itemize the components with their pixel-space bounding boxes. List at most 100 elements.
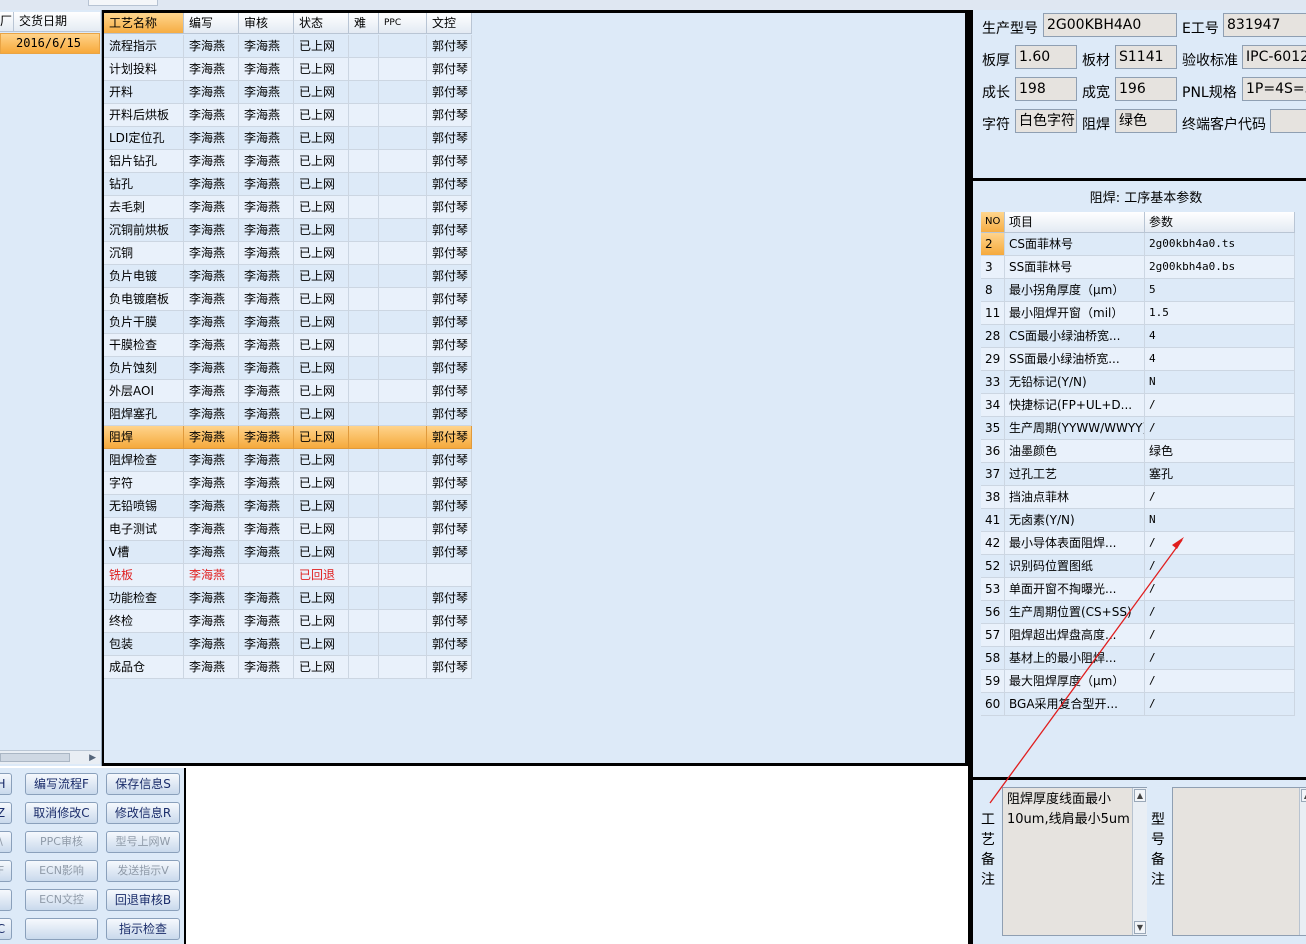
action-button-col1-1[interactable]: Z xyxy=(0,802,12,824)
width-field[interactable]: 196 xyxy=(1115,77,1177,101)
delivery-date-header[interactable]: 交货日期 xyxy=(19,12,67,31)
process-row[interactable]: 终检 李海燕 李海燕 已上网 郭付琴 xyxy=(104,610,472,633)
model-field[interactable]: 2G00KBH4A0 xyxy=(1043,13,1177,37)
process-row[interactable]: 流程指示 李海燕 李海燕 已上网 郭付琴 xyxy=(104,35,472,58)
param-row[interactable]: 60 BGA采用复合型开... / xyxy=(981,693,1295,716)
param-row[interactable]: 36 油墨颜色 绿色 xyxy=(981,440,1295,463)
model-remark-textarea[interactable] xyxy=(1172,787,1306,936)
action-button-col2-5[interactable] xyxy=(25,918,98,940)
scroll-up-icon[interactable]: ▲ xyxy=(1301,789,1306,802)
process-remark-textarea[interactable]: 阻焊厚度线面最小10um,线肩最小5um xyxy=(1002,787,1147,936)
process-row[interactable]: 电子测试 李海燕 李海燕 已上网 郭付琴 xyxy=(104,518,472,541)
length-field[interactable]: 198 xyxy=(1015,77,1077,101)
col-difficulty-header[interactable]: 难 xyxy=(349,13,379,34)
process-row[interactable]: 负片电镀 李海燕 李海燕 已上网 郭付琴 xyxy=(104,265,472,288)
order-list-hscrollbar[interactable]: ▶ xyxy=(0,750,100,764)
action-button-col2-4[interactable]: ECN文控 xyxy=(25,889,98,911)
param-row[interactable]: 38 挡油点菲林 / xyxy=(981,486,1295,509)
action-button-col2-1[interactable]: 取消修改C xyxy=(25,802,98,824)
process-row[interactable]: 功能检查 李海燕 李海燕 已上网 郭付琴 xyxy=(104,587,472,610)
param-row[interactable]: 57 阻焊超出焊盘高度... / xyxy=(981,624,1295,647)
process-row[interactable]: 开料后烘板 李海燕 李海燕 已上网 郭付琴 xyxy=(104,104,472,127)
character-field[interactable]: 白色字符 xyxy=(1015,109,1077,133)
process-row[interactable]: 铣板 李海燕 已回退 xyxy=(104,564,472,587)
process-row[interactable]: 阻焊检查 李海燕 李海燕 已上网 郭付琴 xyxy=(104,449,472,472)
solder-mask-field[interactable]: 绿色 xyxy=(1115,109,1177,133)
process-row[interactable]: 包装 李海燕 李海燕 已上网 郭付琴 xyxy=(104,633,472,656)
process-row[interactable]: 干膜检查 李海燕 李海燕 已上网 郭付琴 xyxy=(104,334,472,357)
param-item-header[interactable]: 项目 xyxy=(1005,212,1145,233)
top-tab[interactable] xyxy=(88,0,158,6)
action-button-col3-3[interactable]: 发送指示V xyxy=(106,860,180,882)
action-button-col3-0[interactable]: 保存信息S xyxy=(106,773,180,795)
process-row[interactable]: 成品仓 李海燕 李海燕 已上网 郭付琴 xyxy=(104,656,472,679)
process-row[interactable]: LDI定位孔 李海燕 李海燕 已上网 郭付琴 xyxy=(104,127,472,150)
order-list-selected-row[interactable]: 2016/6/15 xyxy=(0,33,100,54)
scrollbar-thumb[interactable] xyxy=(0,753,70,762)
process-row[interactable]: 去毛刺 李海燕 李海燕 已上网 郭付琴 xyxy=(104,196,472,219)
model-remark-scrollbar[interactable]: ▲ xyxy=(1299,788,1306,935)
param-row[interactable]: 34 快捷标记(FP+UL+D... / xyxy=(981,394,1295,417)
process-row[interactable]: 计划投料 李海燕 李海燕 已上网 郭付琴 xyxy=(104,58,472,81)
action-button-col1-4[interactable] xyxy=(0,889,12,911)
pnl-field[interactable]: 1P=4S=5 xyxy=(1242,77,1306,101)
action-button-col1-3[interactable]: F xyxy=(0,860,12,882)
standard-field[interactable]: IPC-6012 xyxy=(1242,45,1306,69)
param-row[interactable]: 29 SS面最小绿油桥宽... 4 xyxy=(981,348,1295,371)
process-remark-scrollbar[interactable]: ▲ ▼ xyxy=(1132,788,1147,935)
param-row[interactable]: 59 最大阻焊厚度（μm） / xyxy=(981,670,1295,693)
param-row[interactable]: 28 CS面最小绿油桥宽... 4 xyxy=(981,325,1295,348)
action-button-col2-2[interactable]: PPC审核 xyxy=(25,831,98,853)
param-no-header[interactable]: NO xyxy=(981,212,1005,233)
scroll-up-icon[interactable]: ▲ xyxy=(1134,789,1146,802)
action-button-col3-4[interactable]: 回退审核B xyxy=(106,889,180,911)
scroll-down-icon[interactable]: ▼ xyxy=(1134,921,1146,934)
action-button-col3-1[interactable]: 修改信息R xyxy=(106,802,180,824)
process-row[interactable]: 负电镀磨板 李海燕 李海燕 已上网 郭付琴 xyxy=(104,288,472,311)
scroll-right-icon[interactable]: ▶ xyxy=(89,753,96,763)
col-reviewer-header[interactable]: 审核 xyxy=(239,13,294,34)
thickness-field[interactable]: 1.60 xyxy=(1015,45,1077,69)
material-field[interactable]: S1141 xyxy=(1115,45,1177,69)
process-row[interactable]: 阻焊 李海燕 李海燕 已上网 郭付琴 xyxy=(104,426,472,449)
param-row[interactable]: 56 生产周期位置(CS+SS) / xyxy=(981,601,1295,624)
e-number-field[interactable]: 831947 xyxy=(1223,13,1306,37)
param-row[interactable]: 53 单面开窗不掏曝光... / xyxy=(981,578,1295,601)
param-row[interactable]: 11 最小阻焊开窗（mil） 1.5 xyxy=(981,302,1295,325)
col-ppc-header[interactable]: PPC xyxy=(379,13,427,34)
process-row[interactable]: 铝片钻孔 李海燕 李海燕 已上网 郭付琴 xyxy=(104,150,472,173)
process-row[interactable]: 字符 李海燕 李海燕 已上网 郭付琴 xyxy=(104,472,472,495)
process-row[interactable]: 沉铜 李海燕 李海燕 已上网 郭付琴 xyxy=(104,242,472,265)
param-row[interactable]: 37 过孔工艺 塞孔 xyxy=(981,463,1295,486)
param-row[interactable]: 35 生产周期(YYWW/WWYY) / xyxy=(981,417,1295,440)
col-process-name-header[interactable]: 工艺名称 xyxy=(104,13,184,34)
process-row[interactable]: V槽 李海燕 李海燕 已上网 郭付琴 xyxy=(104,541,472,564)
process-row[interactable]: 无铅喷锡 李海燕 李海燕 已上网 郭付琴 xyxy=(104,495,472,518)
action-button-col1-0[interactable]: H xyxy=(0,773,12,795)
param-row[interactable]: 33 无铅标记(Y/N) N xyxy=(981,371,1295,394)
order-list-col1-header[interactable]: 厂 xyxy=(0,12,14,31)
param-row[interactable]: 41 无卤素(Y/N) N xyxy=(981,509,1295,532)
action-button-col3-5[interactable]: 指示检查 xyxy=(106,918,180,940)
action-button-col2-3[interactable]: ECN影响 xyxy=(25,860,98,882)
process-row[interactable]: 负片蚀刻 李海燕 李海燕 已上网 郭付琴 xyxy=(104,357,472,380)
action-button-col1-5[interactable]: C xyxy=(0,918,12,940)
customer-code-field[interactable] xyxy=(1270,109,1306,133)
param-row[interactable]: 52 识别码位置图纸 / xyxy=(981,555,1295,578)
action-button-col2-0[interactable]: 编写流程F xyxy=(25,773,98,795)
param-row[interactable]: 42 最小导体表面阻焊... / xyxy=(981,532,1295,555)
process-row[interactable]: 外层AOI 李海燕 李海燕 已上网 郭付琴 xyxy=(104,380,472,403)
param-row[interactable]: 8 最小拐角厚度（μm） 5 xyxy=(981,279,1295,302)
param-value-header[interactable]: 参数 xyxy=(1145,212,1295,233)
col-status-header[interactable]: 状态 xyxy=(294,13,349,34)
process-row[interactable]: 钻孔 李海燕 李海燕 已上网 郭付琴 xyxy=(104,173,472,196)
param-row[interactable]: 58 基材上的最小阻焊... / xyxy=(981,647,1295,670)
param-row[interactable]: 2 CS面菲林号 2g00kbh4a0.ts xyxy=(981,233,1295,256)
process-row[interactable]: 沉铜前烘板 李海燕 李海燕 已上网 郭付琴 xyxy=(104,219,472,242)
process-row[interactable]: 负片干膜 李海燕 李海燕 已上网 郭付琴 xyxy=(104,311,472,334)
action-button-col3-2[interactable]: 型号上网W xyxy=(106,831,180,853)
col-author-header[interactable]: 编写 xyxy=(184,13,239,34)
param-row[interactable]: 3 SS面菲林号 2g00kbh4a0.bs xyxy=(981,256,1295,279)
action-button-col1-2[interactable]: \ xyxy=(0,831,12,853)
process-row[interactable]: 开料 李海燕 李海燕 已上网 郭付琴 xyxy=(104,81,472,104)
